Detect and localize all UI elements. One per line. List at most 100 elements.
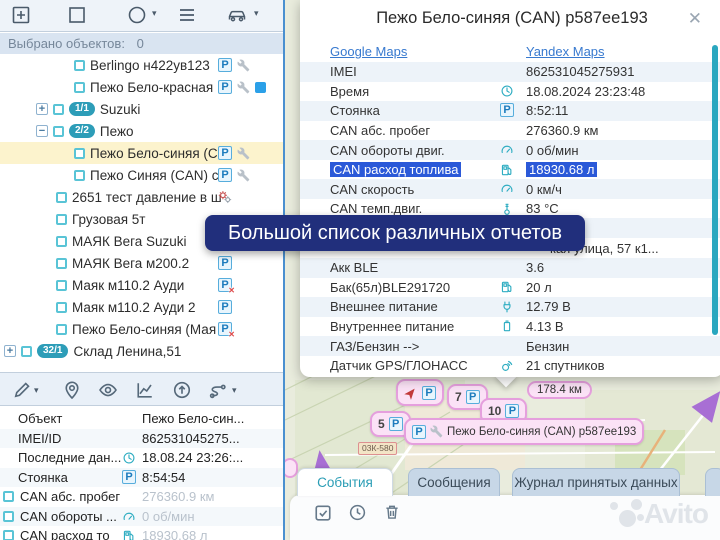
parking-disabled-icon[interactable]: P✕ bbox=[218, 322, 232, 336]
thermo-icon bbox=[500, 202, 514, 216]
gauge-icon bbox=[122, 510, 136, 524]
route-icon[interactable] bbox=[208, 380, 228, 400]
chevron-down-icon[interactable]: ▾ bbox=[232, 386, 237, 395]
popup-row: Датчик GPS/ГЛОНАСС21 спутников bbox=[300, 356, 720, 376]
tab-partial[interactable] bbox=[705, 468, 720, 496]
tab-received-data-log[interactable]: Журнал принятых данных bbox=[512, 468, 680, 496]
tree-row[interactable]: +1/1Suzuki bbox=[0, 98, 283, 120]
detail-label: Объект bbox=[18, 411, 62, 426]
selection-circle-icon[interactable] bbox=[126, 4, 148, 26]
parking-icon[interactable]: P bbox=[218, 80, 232, 94]
checkbox[interactable] bbox=[56, 214, 67, 225]
checkbox[interactable] bbox=[56, 324, 67, 335]
checkbox[interactable] bbox=[74, 60, 85, 71]
popup-row-label: CAN скорость bbox=[330, 182, 414, 197]
detail-label: CAN абс. пробег bbox=[20, 489, 120, 504]
detail-label: Стоянка bbox=[18, 470, 68, 485]
parking-icon[interactable]: P bbox=[218, 256, 232, 270]
tree-row[interactable]: −2/2Пежо bbox=[0, 120, 283, 142]
tree-row[interactable]: МАЯК Вега м200.2 P bbox=[0, 252, 283, 274]
status-icons: P bbox=[218, 58, 250, 72]
tree-row[interactable]: Berlingo н422ув123P bbox=[0, 54, 283, 76]
history-icon[interactable] bbox=[348, 503, 367, 522]
checkbox[interactable] bbox=[53, 126, 64, 137]
tree-row[interactable]: Маяк м110.2 Ауди 2P bbox=[0, 296, 283, 318]
parking-disabled-icon[interactable]: P✕ bbox=[218, 278, 232, 292]
expand-icon[interactable]: + bbox=[4, 345, 16, 357]
popup-scrollbar[interactable] bbox=[712, 45, 718, 335]
checkbox[interactable] bbox=[3, 491, 14, 502]
parking-icon[interactable]: P bbox=[218, 58, 232, 72]
chevron-down-icon[interactable]: ▾ bbox=[254, 9, 259, 18]
wrench-icon bbox=[430, 425, 443, 438]
chart-icon[interactable] bbox=[135, 380, 155, 400]
checkbox[interactable] bbox=[53, 104, 64, 115]
detail-row: СтоянкаP8:54:54 bbox=[0, 468, 283, 488]
popup-row-value: 18.08.2024 23:23:48 bbox=[526, 84, 645, 99]
checkbox[interactable] bbox=[21, 346, 32, 357]
group-count-badge: 32/1 bbox=[37, 344, 68, 358]
collapse-icon[interactable]: − bbox=[36, 125, 48, 137]
distance-badge: 178.4 км bbox=[527, 381, 592, 399]
checkbox[interactable] bbox=[56, 280, 67, 291]
checkbox[interactable] bbox=[74, 148, 85, 159]
expand-icon[interactable]: + bbox=[36, 103, 48, 115]
map-marker-heading[interactable]: P bbox=[396, 379, 444, 406]
popup-row: CAN расход топлива18930.68 л bbox=[300, 160, 720, 180]
checkbox[interactable] bbox=[3, 530, 14, 540]
status-icons: P✕ bbox=[218, 322, 232, 336]
object-label: 2651 тест давление в ш bbox=[72, 190, 222, 205]
select-all-icon[interactable] bbox=[313, 503, 333, 523]
export-icon[interactable] bbox=[172, 380, 192, 400]
location-icon[interactable] bbox=[62, 380, 82, 400]
parking-icon[interactable]: P bbox=[218, 300, 232, 314]
tree-row[interactable]: Пежо Синяя (CAN) сP bbox=[0, 164, 283, 186]
popup-row-label: Акк BLE bbox=[330, 260, 378, 275]
navigation-arrow-icon bbox=[404, 386, 418, 400]
checkbox[interactable] bbox=[74, 82, 85, 93]
chevron-down-icon[interactable]: ▾ bbox=[34, 386, 39, 395]
popup-row-label: Внутреннее питание bbox=[330, 319, 454, 334]
marker-count: 7 bbox=[455, 390, 462, 404]
google-maps-link[interactable]: Google Maps bbox=[330, 44, 407, 59]
checkbox[interactable] bbox=[56, 192, 67, 203]
parking-icon[interactable]: P bbox=[122, 470, 136, 484]
detail-row: IMEI/ID862531045275... bbox=[0, 429, 283, 449]
parking-icon[interactable]: P bbox=[218, 146, 232, 160]
tab-events[interactable]: События bbox=[297, 468, 393, 496]
selection-rectangle-icon[interactable] bbox=[66, 4, 88, 26]
tree-row[interactable]: +32/1Склад Ленина,51 bbox=[0, 340, 283, 362]
tree-row[interactable]: Пежо Бело-синяя (МаяP✕ bbox=[0, 318, 283, 340]
delete-icon[interactable] bbox=[383, 503, 401, 521]
detail-value: 276360.9 км bbox=[142, 489, 214, 504]
tree-row[interactable]: Маяк м110.2 Ауди P✕ bbox=[0, 274, 283, 296]
object-label: МАЯК Вега м200.2 bbox=[72, 256, 189, 271]
wrench-icon bbox=[237, 169, 250, 182]
tab-messages[interactable]: Сообщения bbox=[408, 468, 500, 496]
tree-row[interactable]: 2651 тест давление в ш bbox=[0, 186, 283, 208]
close-icon[interactable]: ✕ bbox=[688, 10, 702, 28]
add-object-icon[interactable] bbox=[10, 4, 32, 26]
visibility-icon[interactable] bbox=[98, 380, 118, 400]
detail-value: Пежо Бело-син... bbox=[142, 411, 244, 426]
chevron-down-icon[interactable]: ▾ bbox=[152, 9, 157, 18]
yandex-maps-link[interactable]: Yandex Maps bbox=[526, 44, 605, 59]
checkbox[interactable] bbox=[74, 170, 85, 181]
popup-row: Время18.08.2024 23:23:48 bbox=[300, 81, 720, 101]
group-count-badge: 1/1 bbox=[69, 102, 95, 116]
list-view-icon[interactable] bbox=[176, 4, 198, 26]
checkbox[interactable] bbox=[56, 236, 67, 247]
vehicle-label-text: Пежо Бело-синяя (CAN) p587ee193 bbox=[447, 426, 636, 438]
edit-icon[interactable] bbox=[12, 380, 32, 400]
object-actions-toolbar: ▾ ▾ bbox=[0, 372, 283, 406]
parking-icon[interactable]: P bbox=[218, 168, 232, 182]
parking-icon[interactable]: P bbox=[500, 103, 514, 117]
tree-row[interactable]: Пежо Бело-синяя (СP bbox=[0, 142, 283, 164]
checkbox[interactable] bbox=[56, 258, 67, 269]
checkbox[interactable] bbox=[3, 511, 14, 522]
checkbox[interactable] bbox=[56, 302, 67, 313]
object-label: Маяк м110.2 Ауди bbox=[72, 278, 184, 293]
vehicle-filter-icon[interactable] bbox=[226, 4, 248, 26]
vehicle-map-label[interactable]: P Пежо Бело-синяя (CAN) p587ee193 bbox=[404, 418, 644, 445]
tree-row[interactable]: Пежо Бело-краснаяP bbox=[0, 76, 283, 98]
